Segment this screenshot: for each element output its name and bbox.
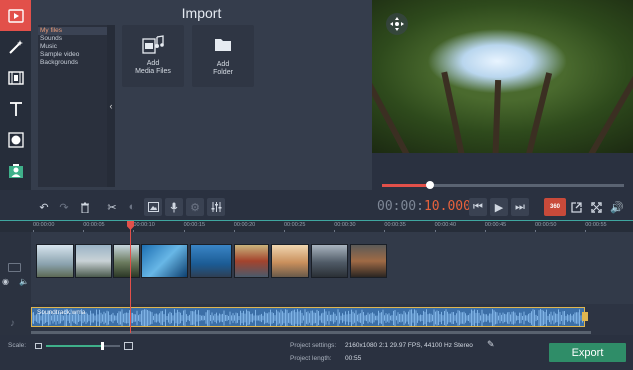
add-media-files-button[interactable]: Add Media Files: [122, 25, 184, 87]
clip-6[interactable]: [234, 244, 269, 278]
track-mute-icon[interactable]: 🔈: [19, 277, 29, 286]
import-panel: Import My files Sounds Music Sample vide…: [31, 0, 372, 190]
add-folder-button[interactable]: Add Folder: [192, 25, 254, 87]
audio-waveform: [32, 309, 583, 326]
clip-1[interactable]: [36, 244, 74, 278]
timeline-ruler[interactable]: 00:00:00 00:00:05 00:00:10 00:00:15 00:00:20…: [0, 220, 633, 233]
cut-icon[interactable]: ✂: [103, 198, 121, 216]
preview-progress-fill: [382, 184, 431, 187]
ruler-tick-label: 00:00:45: [484, 222, 507, 228]
redo-icon[interactable]: ↷: [55, 198, 73, 216]
category-my-files[interactable]: My files: [38, 27, 111, 35]
gear-icon[interactable]: ⚙: [186, 198, 204, 216]
clip-7[interactable]: [271, 244, 309, 278]
scale-slider-fill: [46, 345, 102, 347]
ruler-tick-label: 00:00:40: [434, 222, 457, 228]
timeline-scrollbar[interactable]: [31, 331, 591, 334]
category-sounds[interactable]: Sounds: [38, 35, 111, 43]
timecode-main: 00:00:: [377, 199, 424, 214]
project-settings-value: 2160x1080 2:1 29.97 FPS, 44100 Hz Stereo: [345, 342, 473, 349]
status-bar: Scale: Project settings: 2160x1080 2:1 2…: [0, 335, 633, 370]
undo-icon[interactable]: ↶: [35, 198, 53, 216]
magic-wand-icon[interactable]: [0, 31, 31, 62]
track-controls: ◉ 🔈 ♪: [0, 232, 31, 335]
clip-2[interactable]: [75, 244, 112, 278]
category-sample-video[interactable]: Sample video: [38, 51, 111, 59]
next-icon[interactable]: ⏭: [511, 198, 529, 216]
tool-rail: [0, 0, 31, 190]
preview-progress-area: [372, 153, 633, 190]
equalizer-icon[interactable]: [207, 198, 225, 216]
prev-icon[interactable]: ⏮: [469, 198, 487, 216]
zoom-in-icon[interactable]: [124, 342, 133, 350]
zoom-out-icon[interactable]: [35, 343, 42, 349]
visibility-eye-icon[interactable]: ◉: [2, 277, 9, 286]
edit-settings-icon[interactable]: ✎: [487, 339, 495, 350]
audio-clip-label: Soundtrack.wma: [37, 309, 86, 316]
clip-4[interactable]: [141, 244, 188, 278]
ruler-tick-label: 00:00:55: [585, 222, 607, 228]
ruler-tick-label: 00:00:35: [384, 222, 406, 228]
audio-track-icon: ♪: [10, 318, 15, 329]
ruler-tick-label: 00:00:50: [535, 222, 557, 228]
delete-icon[interactable]: [76, 198, 94, 216]
add-folder-label-2: Folder: [213, 69, 233, 76]
clip-8[interactable]: [311, 244, 348, 278]
media-files-icon: [142, 35, 164, 54]
ruler-tick-label: 00:00:15: [183, 222, 206, 228]
video-preview: [372, 0, 633, 153]
export-frame-icon[interactable]: [567, 198, 585, 216]
crop-icon[interactable]: [144, 198, 162, 216]
scale-label: Scale:: [8, 342, 27, 349]
film-strip-icon[interactable]: [0, 62, 31, 93]
volume-icon[interactable]: 🔊: [608, 198, 626, 216]
editing-toolbar: ↶ ↷ ✂ ◐ ⚙ 00:00:10.000 ⏮ ▶ ⏭ 360 🔊: [31, 196, 633, 220]
clip-5[interactable]: [190, 244, 232, 278]
ruler-tick-label: 00:00:05: [83, 222, 105, 228]
ruler-tick-label: 00:00:00: [33, 222, 55, 228]
audio-clip[interactable]: Soundtrack.wma: [31, 307, 585, 327]
text-icon[interactable]: [0, 93, 31, 124]
audio-trim-handle[interactable]: [582, 312, 588, 321]
add-folder-label-1: Add: [216, 61, 230, 68]
ruler-tick-label: 00:00:25: [284, 222, 306, 228]
category-backgrounds[interactable]: Backgrounds: [38, 59, 111, 67]
timecode: 00:00:10.000: [377, 199, 471, 214]
project-settings-label: Project settings:: [290, 342, 337, 349]
timecode-accent: 10.000: [423, 199, 471, 214]
import-title: Import: [181, 5, 222, 21]
filter-icon[interactable]: [0, 124, 31, 155]
chevron-left-icon: ‹: [109, 101, 113, 111]
clip-3[interactable]: [113, 244, 140, 278]
preview-progress-handle[interactable]: [426, 181, 435, 189]
folder-icon: [215, 39, 231, 51]
ruler-tick-label: 00:00:20: [233, 222, 256, 228]
category-list: My files Sounds Music Sample video Backg…: [38, 25, 111, 187]
360-icon[interactable]: 360: [544, 198, 566, 216]
category-music[interactable]: Music: [38, 43, 111, 51]
add-media-label-1: Add: [146, 60, 160, 67]
project-length-label: Project length:: [290, 355, 332, 362]
clip-9[interactable]: [350, 244, 387, 278]
move-icon[interactable]: [386, 13, 408, 35]
collapse-panel-button[interactable]: ‹: [107, 25, 115, 187]
video-import-icon[interactable]: [0, 0, 31, 31]
fullscreen-icon[interactable]: [587, 198, 605, 216]
play-icon[interactable]: ▶: [490, 198, 508, 216]
ruler-tick-label: 00:00:30: [334, 222, 356, 228]
sticker-person-icon[interactable]: [0, 155, 31, 186]
project-length-value: 00:55: [345, 355, 362, 362]
ruler-tick-label: 00:00:10: [133, 222, 155, 228]
mic-icon[interactable]: [165, 198, 183, 216]
color-adjust-icon[interactable]: ◐: [123, 198, 141, 216]
add-media-label-2: Media Files: [135, 68, 171, 75]
video-track-icon: [8, 263, 21, 272]
scale-slider-handle[interactable]: [100, 342, 104, 350]
export-button[interactable]: Export: [549, 343, 626, 362]
playhead-line: [130, 221, 131, 333]
